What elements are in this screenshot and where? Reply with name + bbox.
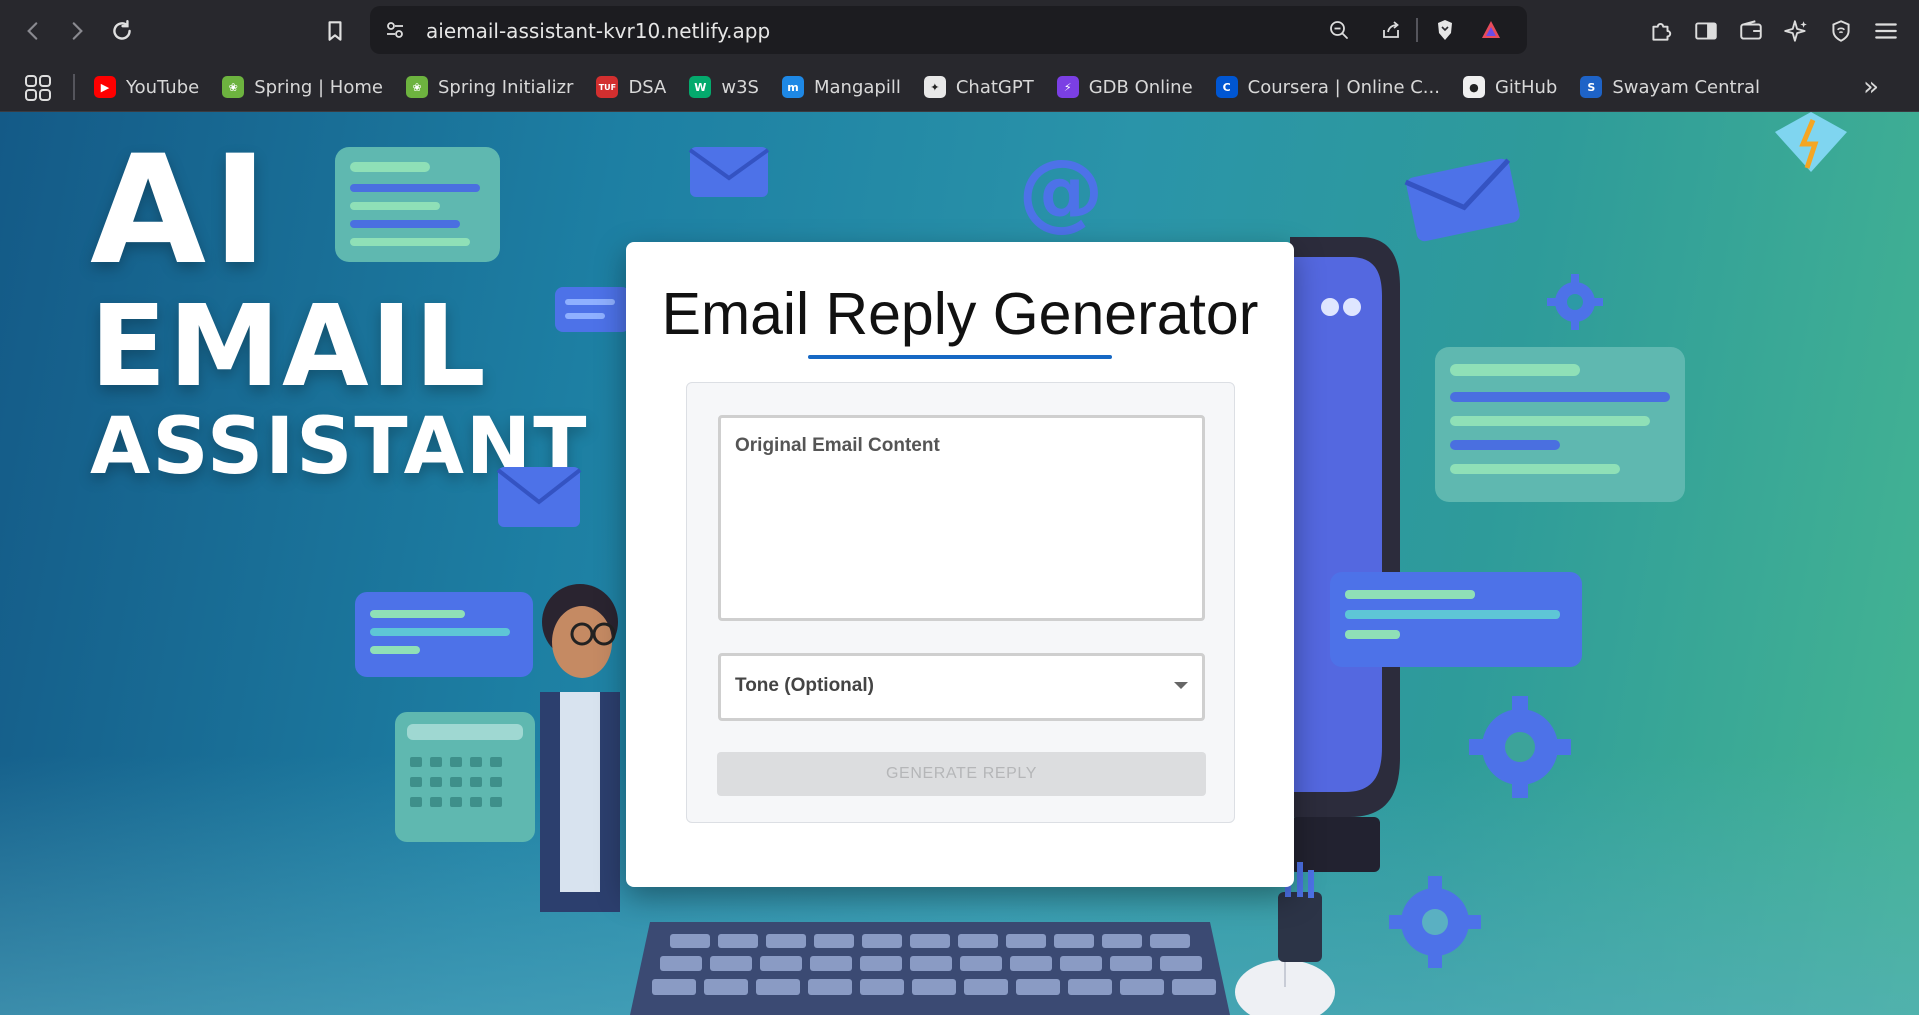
more-bookmarks-icon[interactable]: » <box>1863 72 1879 102</box>
bookmark-item[interactable]: C Coursera | Online C... <box>1215 76 1440 98</box>
keyboard-illustration <box>630 922 1230 1015</box>
at-sign-icon: @ <box>1018 142 1104 237</box>
bookmarks-divider <box>73 74 75 100</box>
bookmark-item[interactable]: ❀ Spring Initializr <box>405 76 574 98</box>
code-window-illustration <box>335 147 500 262</box>
sidebar-icon <box>1695 22 1717 40</box>
chat-bubble-illustration <box>555 287 630 332</box>
menu-button[interactable] <box>1869 14 1903 48</box>
original-email-placeholder: Original Email Content <box>735 435 940 456</box>
phone-illustration <box>1290 237 1400 872</box>
extensions-button[interactable] <box>1644 14 1678 48</box>
wallet-icon <box>1740 20 1762 40</box>
svg-text:@: @ <box>1018 142 1104 237</box>
original-email-textarea[interactable]: Original Email Content <box>718 415 1205 621</box>
bookmark-item[interactable]: ● GitHub <box>1462 76 1558 98</box>
brave-rewards-icon[interactable] <box>1476 15 1506 45</box>
browser-toolbar: aiemail-assistant-kvr10.netlify.app <box>0 0 1919 62</box>
bookmark-label: Mangapill <box>813 76 901 98</box>
sidebar-button[interactable] <box>1689 14 1723 48</box>
tuf-icon: TUF <box>596 76 619 98</box>
spring-icon: ❀ <box>405 76 428 98</box>
address-bar[interactable]: aiemail-assistant-kvr10.netlify.app <box>370 6 1527 54</box>
bookmark-label: DSA <box>628 76 667 98</box>
bookmark-label: Spring | Home <box>254 76 383 98</box>
bookmark-item[interactable]: TUF DSA <box>596 76 666 98</box>
bookmark-label: YouTube <box>126 76 200 98</box>
bookmark-label: Coursera | Online C... <box>1247 76 1440 98</box>
envelope-icon <box>496 467 582 527</box>
url-text[interactable]: aiemail-assistant-kvr10.netlify.app <box>426 19 770 43</box>
urlbar-divider <box>1416 18 1418 42</box>
bookmark-item[interactable]: m Mangapill <box>781 76 901 98</box>
puzzle-icon <box>1652 23 1672 41</box>
bookmark-label: Swayam Central <box>1612 76 1761 98</box>
page-title: Email Reply Generator <box>661 281 1259 347</box>
logo-badge-icon <box>1775 112 1847 172</box>
hero-title-line-2: EMAIL <box>90 282 488 412</box>
swayam-icon: S <box>1580 76 1603 98</box>
chat-bubble-illustration <box>355 592 533 677</box>
brave-shields-icon[interactable] <box>1430 15 1460 45</box>
gear-icon <box>1389 876 1481 968</box>
gdb-icon: ⚡ <box>1056 76 1079 98</box>
generate-reply-button[interactable]: GENERATE REPLY <box>717 752 1206 796</box>
coursera-icon: C <box>1215 76 1238 98</box>
chatgpt-icon: ✦ <box>923 76 946 98</box>
reload-icon <box>113 20 131 40</box>
hero-title-line-1: AI <box>90 124 274 298</box>
hamburger-menu-icon <box>1875 23 1897 39</box>
youtube-icon: ▶ <box>94 76 116 98</box>
vpn-button[interactable] <box>1824 14 1858 48</box>
bookmark-label: GitHub <box>1494 76 1558 98</box>
bookmark-label: Spring Initializr <box>437 76 574 98</box>
bookmark-page-button[interactable] <box>316 12 354 50</box>
person-illustration <box>540 584 620 912</box>
bookmark-item[interactable]: ❀ Spring | Home <box>222 76 383 98</box>
bookmark-label: ChatGPT <box>955 76 1034 98</box>
bookmark-icon <box>328 21 342 41</box>
tone-select[interactable]: Tone (Optional) <box>718 653 1205 721</box>
github-icon: ● <box>1462 76 1485 98</box>
forward-button[interactable] <box>58 12 96 50</box>
wallet-button[interactable] <box>1734 14 1768 48</box>
bookmark-label: GDB Online <box>1088 76 1193 98</box>
bookmark-item[interactable]: ✦ ChatGPT <box>923 76 1034 98</box>
shield-icon <box>1832 20 1850 42</box>
code-window-illustration <box>1435 347 1685 502</box>
chat-bubble-illustration <box>1330 572 1582 667</box>
back-button[interactable] <box>14 12 52 50</box>
bookmark-item[interactable]: ⚡ GDB Online <box>1056 76 1193 98</box>
reply-form: Original Email Content Tone (Optional) G… <box>686 382 1235 823</box>
bookmark-item[interactable]: ▶ YouTube <box>94 76 199 98</box>
site-settings-icon[interactable] <box>380 15 410 45</box>
w3schools-icon: W <box>689 76 712 98</box>
share-icon[interactable] <box>1376 15 1406 45</box>
gear-icon <box>1547 274 1603 330</box>
arrow-left-icon <box>27 22 38 40</box>
bookmark-item[interactable]: S Swayam Central <box>1580 76 1760 98</box>
bookmark-label: w3S <box>721 76 759 98</box>
title-underline <box>808 355 1112 359</box>
calculator-illustration <box>395 712 535 842</box>
sparkle-icon <box>1784 20 1807 42</box>
tone-placeholder: Tone (Optional) <box>735 675 874 696</box>
bookmark-item[interactable]: Ww3S <box>689 76 759 98</box>
leo-ai-button[interactable] <box>1779 14 1813 48</box>
email-reply-card: Email Reply Generator Original Email Con… <box>626 242 1294 887</box>
caret-down-icon <box>1174 682 1188 689</box>
mangapill-icon: m <box>781 76 804 98</box>
gear-icon <box>1469 696 1571 798</box>
reload-button[interactable] <box>103 12 141 50</box>
zoom-icon[interactable] <box>1324 15 1354 45</box>
spring-icon: ❀ <box>222 76 245 98</box>
arrow-right-icon <box>72 22 83 40</box>
apps-grid-icon[interactable] <box>24 74 52 102</box>
bookmark-list: ▶ YouTube ❀ Spring | Home ❀ Spring Initializr… <box>94 62 1783 112</box>
page-viewport: AI EMAIL ASSISTANT @ Email Reply Generat… <box>0 112 1919 1015</box>
envelope-icon <box>1404 158 1520 242</box>
bookmarks-bar: ▶ YouTube ❀ Spring | Home ❀ Spring Initializr… <box>0 62 1919 112</box>
envelope-icon <box>688 147 770 197</box>
